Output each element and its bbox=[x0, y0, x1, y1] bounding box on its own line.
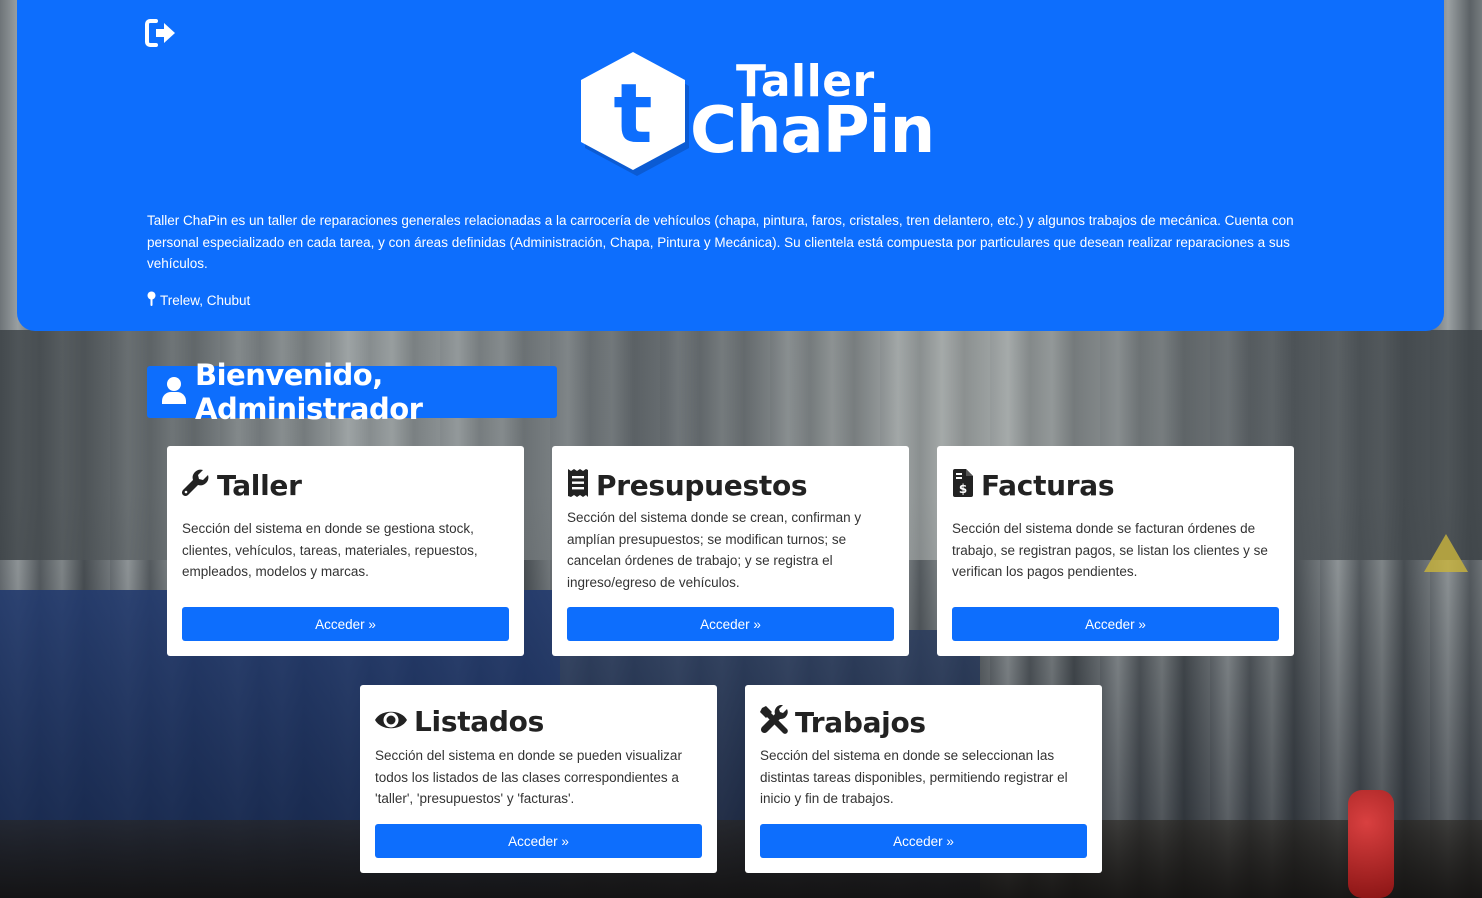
sign-out-icon[interactable] bbox=[145, 18, 179, 50]
location-text: Trelew, Chubut bbox=[160, 292, 251, 308]
company-description: Taller ChaPin es un taller de reparacion… bbox=[147, 213, 1294, 272]
card-text: Sección del sistema donde se facturan ór… bbox=[952, 521, 1268, 580]
card-facturas: $ Facturas Sección del sistema donde se … bbox=[937, 446, 1294, 656]
invoice-dollar-icon: $ bbox=[951, 468, 975, 502]
card-taller: Taller Sección del sistema en donde se g… bbox=[167, 446, 524, 656]
tools-icon bbox=[759, 704, 789, 739]
card-title: Presupuestos bbox=[596, 468, 808, 502]
acceder-listados-button[interactable]: Acceder » bbox=[375, 824, 702, 858]
card-title: Listados bbox=[414, 705, 544, 738]
acceder-trabajos-button[interactable]: Acceder » bbox=[760, 824, 1087, 858]
hero-header: t Taller ChaPin Taller ChaPin es un tall… bbox=[17, 0, 1444, 331]
card-text: Sección del sistema en donde se gestiona… bbox=[182, 521, 478, 580]
wrench-icon bbox=[181, 468, 211, 502]
map-pin-icon bbox=[147, 291, 156, 309]
card-text: Sección del sistema donde se crean, conf… bbox=[567, 510, 862, 590]
acceder-taller-button[interactable]: Acceder » bbox=[182, 607, 509, 641]
svg-text:$: $ bbox=[959, 482, 967, 496]
welcome-banner: Bienvenido, Administrador bbox=[147, 358, 557, 426]
location: Trelew, Chubut bbox=[147, 291, 250, 309]
card-text: Sección del sistema en donde se pueden v… bbox=[375, 748, 682, 807]
user-icon bbox=[161, 376, 187, 408]
receipt-icon bbox=[566, 468, 590, 502]
card-trabajos: Trabajos Sección del sistema en donde se… bbox=[745, 685, 1102, 873]
logo-text-line2: ChaPin bbox=[690, 94, 935, 168]
acceder-presupuestos-button[interactable]: Acceder » bbox=[567, 607, 894, 641]
card-title: Trabajos bbox=[795, 705, 926, 739]
acceder-facturas-button[interactable]: Acceder » bbox=[952, 607, 1279, 641]
card-title: Facturas bbox=[981, 468, 1115, 502]
card-listados: Listados Sección del sistema en donde se… bbox=[360, 685, 717, 873]
card-title: Taller bbox=[217, 468, 302, 502]
card-text: Sección del sistema en donde se seleccio… bbox=[760, 748, 1068, 807]
card-presupuestos: Presupuestos Sección del sistema donde s… bbox=[552, 446, 909, 656]
logo-letter: t bbox=[613, 67, 652, 162]
eye-icon bbox=[374, 707, 408, 737]
welcome-text: Bienvenido, Administrador bbox=[195, 358, 423, 426]
